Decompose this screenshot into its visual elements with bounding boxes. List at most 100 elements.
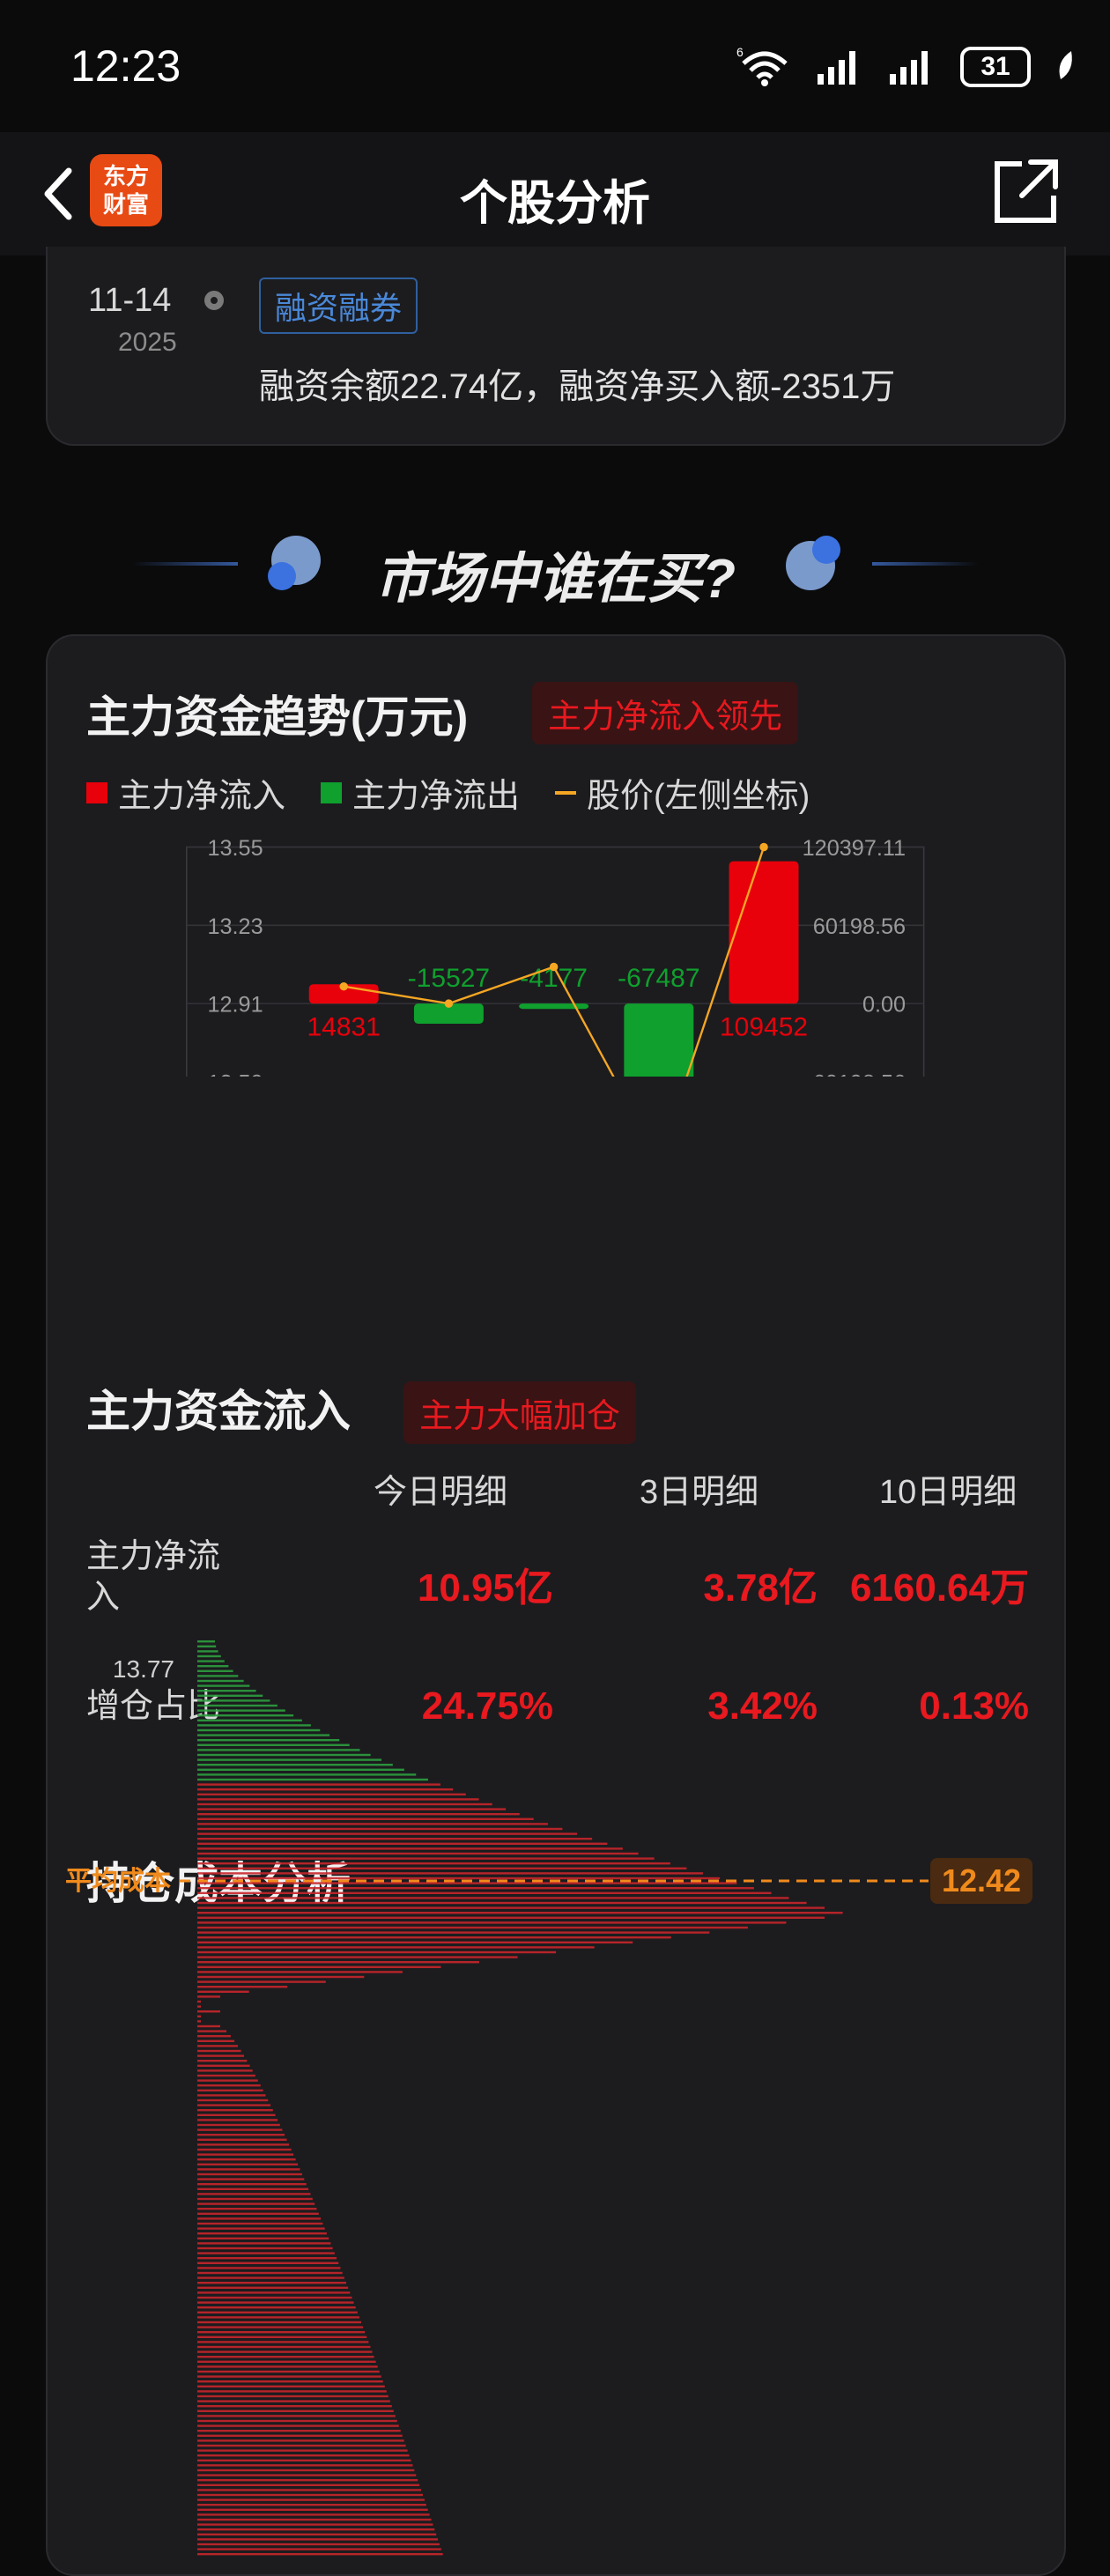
cost-bar xyxy=(197,1650,218,1653)
cost-bar xyxy=(197,2395,388,2398)
cost-bar xyxy=(197,2060,248,2062)
cost-bar xyxy=(197,1867,687,1869)
timeline-dot-icon xyxy=(204,291,224,310)
cost-bar xyxy=(197,2069,253,2072)
cost-bar xyxy=(197,2434,403,2437)
trend-legend: 主力净流入 主力净流出 股价(左侧坐标) xyxy=(86,768,810,817)
avg-cost-label: 平均成本 xyxy=(65,1867,171,1896)
status-bar: 12:23 6 31 xyxy=(0,0,1110,141)
cost-bar xyxy=(197,1862,670,1865)
legend-inflow-swatch xyxy=(86,781,107,803)
cost-bar xyxy=(197,2464,413,2467)
cost-bar xyxy=(197,2010,220,2013)
cost-bar xyxy=(197,2084,261,2087)
cost-bar xyxy=(197,1956,518,1958)
cost-bar xyxy=(197,2109,273,2112)
cost-bar xyxy=(197,2469,415,2472)
cost-bar xyxy=(197,2538,439,2541)
col-3day: 3日明细 xyxy=(640,1474,759,1511)
cost-bar xyxy=(197,2089,263,2091)
cost-bar xyxy=(197,2301,354,2304)
event-card: 11-14 2025 融资融券 融资余额22.74亿，融资净买入额-2351万 xyxy=(46,247,1066,446)
cost-bar xyxy=(197,1768,404,1771)
cost-bar xyxy=(197,2168,300,2171)
cost-bar xyxy=(197,1734,330,1736)
cost-bar xyxy=(197,1876,721,1880)
cost-bar xyxy=(197,2025,220,2028)
cost-bar xyxy=(197,1739,340,1742)
cost-bar xyxy=(197,1764,393,1766)
price-point xyxy=(759,842,768,852)
trend-chart: 13.55 120397.11 13.23 60198.56 12.91 0.00 12.5… xyxy=(186,836,925,1077)
cost-bar xyxy=(197,2208,317,2210)
status-time: 12:23 xyxy=(70,41,181,91)
right-tick-label: 0.00 xyxy=(862,993,906,1018)
cost-bar xyxy=(197,1654,221,1658)
cost-bar xyxy=(197,2286,349,2289)
left-tick-label: 13.23 xyxy=(207,914,263,939)
cost-bar xyxy=(197,2232,327,2235)
left-tick-label: 13.55 xyxy=(207,836,263,861)
cost-bar xyxy=(197,2020,201,2023)
event-tag[interactable]: 融资融券 xyxy=(259,278,418,334)
cost-bar xyxy=(197,1788,454,1791)
plot-frame xyxy=(186,846,925,1077)
cost-bar xyxy=(197,2035,231,2038)
col-10day: 10日明细 xyxy=(879,1474,1018,1511)
cost-bar xyxy=(197,2153,294,2156)
cost-bar xyxy=(197,2257,337,2260)
cost-bar xyxy=(197,1679,244,1683)
cost-bar xyxy=(197,2271,343,2275)
share-icon[interactable] xyxy=(987,152,1066,231)
cost-bar xyxy=(197,1714,294,1717)
cost-bar xyxy=(197,2138,287,2141)
bar-11-17 xyxy=(729,861,799,1004)
cost-bar xyxy=(197,1694,263,1697)
trend-badge: 主力净流入领先 xyxy=(532,682,799,744)
cost-bar xyxy=(197,1872,704,1875)
right-tick-label: 60198.56 xyxy=(813,914,906,939)
cost-bar xyxy=(197,2005,201,2008)
cost-bar xyxy=(197,2459,411,2461)
bar-11-13 xyxy=(519,1003,589,1010)
cost-bar xyxy=(197,2331,366,2334)
cost-bar xyxy=(197,1669,233,1672)
cost-bar xyxy=(197,1990,249,1993)
cost-bar xyxy=(197,2335,367,2338)
cost-bar xyxy=(197,2158,296,2161)
cost-bar xyxy=(197,1690,256,1692)
cost-bar xyxy=(197,1823,548,1825)
cost-bar xyxy=(197,1749,360,1751)
cost-bar xyxy=(197,2128,283,2131)
cost-bar xyxy=(197,1986,288,1988)
cost-bar xyxy=(197,2390,387,2393)
cost-bar xyxy=(197,2508,428,2511)
cost-bar xyxy=(197,2267,341,2269)
cost-bar xyxy=(197,1891,772,1894)
event-date: 11-14 xyxy=(88,282,172,319)
cost-bar xyxy=(197,2375,381,2378)
cost-bar xyxy=(197,2424,399,2427)
cost-bar xyxy=(197,1699,270,1702)
right-tick-label: -60198.56 xyxy=(805,1070,906,1077)
cost-bar xyxy=(197,2222,323,2225)
cost-bar xyxy=(197,2365,378,2368)
cost-bar xyxy=(197,1906,825,1909)
wifi-icon: 6 xyxy=(736,46,788,86)
cost-bar xyxy=(197,2202,315,2205)
cost-bar xyxy=(197,2405,392,2408)
cost-bar xyxy=(197,1921,787,1924)
page-title: 个股分析 xyxy=(460,177,650,230)
cost-bar xyxy=(197,2242,331,2245)
legend-price: 股价(左侧坐标) xyxy=(555,768,810,817)
right-tick-label: 120397.11 xyxy=(803,836,906,861)
cost-bar xyxy=(197,2306,356,2309)
cost-bar xyxy=(197,2439,404,2442)
cost-bar xyxy=(197,2296,352,2299)
cost-bar xyxy=(197,1665,229,1668)
cost-bar xyxy=(197,2504,426,2506)
left-tick-label: 12.59 xyxy=(207,1070,263,1077)
cost-bar xyxy=(197,1817,534,1820)
cost-bar xyxy=(197,1743,350,1746)
cost-bar xyxy=(197,2380,383,2383)
